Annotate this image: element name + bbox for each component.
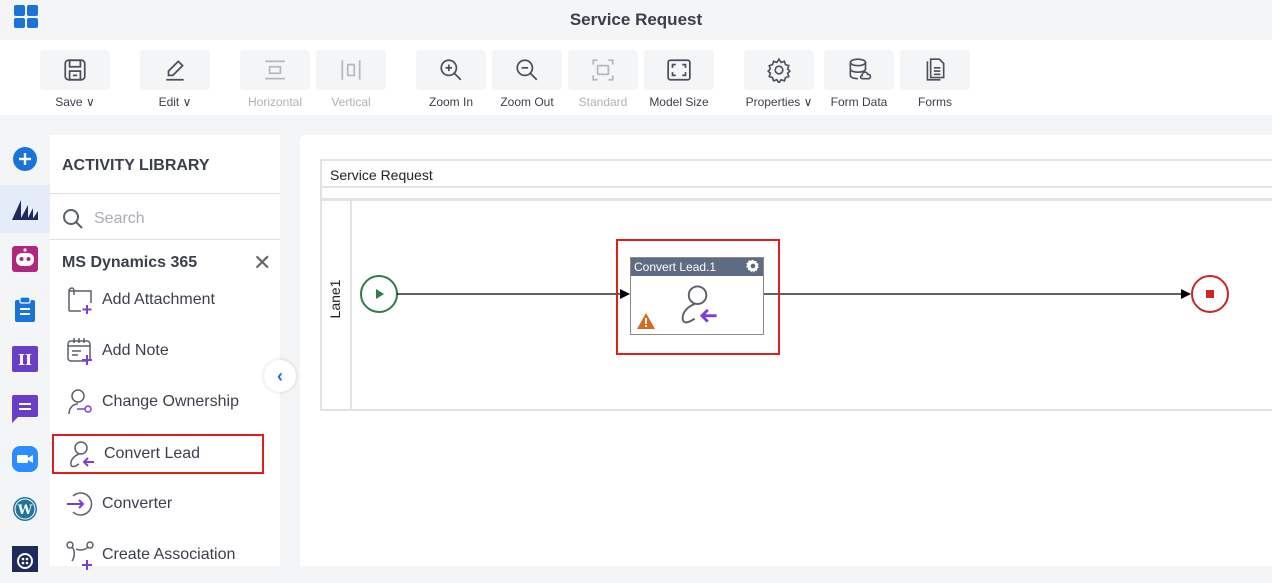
divider [50,193,280,194]
warning-icon[interactable] [637,313,655,329]
convert-lead-icon [681,285,717,324]
bot-icon [12,246,38,272]
rail-item-zoom[interactable] [0,435,50,483]
svg-text:W: W [17,503,33,518]
forms-button[interactable]: Forms [900,50,970,112]
zoom-in-icon [440,59,462,81]
form-data-label: Form Data [830,95,888,109]
vertical-button[interactable]: Vertical [316,50,386,112]
text-tool-icon: II [12,346,38,372]
toolbar: Save ∨ Edit ∨ Horizontal Vertical Zoom I… [0,40,1272,115]
end-event[interactable] [1191,275,1229,313]
standard-label: Standard [578,95,628,109]
vertical-label: Vertical [331,95,371,109]
save-label: Save [55,95,83,109]
plus-circle-icon [13,147,37,171]
library-item-change-ownership[interactable]: Change Ownership [52,382,264,422]
rail-item-text-tool[interactable]: II [0,335,50,383]
divider [50,239,280,240]
chat-icon [12,395,38,423]
add-attachment-icon [68,287,92,314]
horizontal-button[interactable]: Horizontal [240,50,310,112]
process-canvas[interactable]: Service Request Lane1 Convert Lead.1 [300,135,1272,566]
zoom-out-icon [516,59,538,81]
fit-model-icon [667,59,691,81]
forms-label: Forms [918,95,952,109]
close-icon[interactable]: ✕ [253,252,271,274]
zoom-out-label: Zoom Out [500,95,554,109]
model-size-label: Model Size [649,95,709,109]
task-header: Convert Lead.1 [631,258,763,276]
page-title: Service Request [569,10,703,29]
library-item-label: Create Association [102,546,236,563]
forms-icon [926,58,945,81]
add-note-icon [67,338,92,365]
chevron-down-icon: ∨ [182,95,192,109]
library-item-create-association[interactable]: Create Association [52,535,264,575]
chevron-left-icon: ‹ [277,365,283,386]
stop-icon [1206,290,1214,298]
library-item-label: Converter [102,495,173,512]
zoom-out-button[interactable]: Zoom Out [492,50,562,112]
gear-icon[interactable] [746,259,760,273]
convert-lead-icon [70,441,94,468]
category-title: MS Dynamics 365 [62,254,198,271]
library-item-label: Convert Lead [104,445,201,462]
properties-button[interactable]: Properties ∨ [744,50,814,112]
library-item-add-note[interactable]: Add Note [52,331,264,371]
rail-item-clipboard[interactable] [0,285,50,333]
start-event[interactable] [360,275,398,313]
zoom-in-label: Zoom In [428,95,473,109]
standard-button[interactable]: Standard [568,50,638,112]
rail-item-chat[interactable] [0,385,50,433]
search-icon [63,209,83,229]
model-size-button[interactable]: Model Size [644,50,714,112]
top-bar: Service Request [0,0,1272,40]
rail-item-wordpress[interactable]: W [0,485,50,533]
flow-diagram [360,275,1229,313]
library-title: ACTIVITY LIBRARY [62,157,210,174]
wordpress-icon: W [13,497,37,521]
rail-item-twilio[interactable] [0,535,50,583]
database-icon [849,58,872,80]
video-icon [12,446,38,472]
chevron-down-icon: ∨ [803,95,813,109]
clipboard-icon [15,296,35,322]
save-icon [64,59,86,81]
chevron-down-icon: ∨ [85,95,95,109]
properties-label: Properties [745,95,801,109]
rail-item-bot[interactable] [0,235,50,283]
library-item-label: Change Ownership [102,393,239,410]
zoom-in-button[interactable]: Zoom In [416,50,486,112]
vertical-layout-icon [341,60,361,80]
gear-icon [767,57,791,83]
dynamics-icon [12,200,38,220]
edit-button[interactable]: Edit ∨ [140,50,210,112]
search-input[interactable] [94,205,274,233]
horizontal-layout-icon [265,60,285,80]
save-button[interactable]: Save ∨ [40,50,110,112]
rail-item-add[interactable] [0,135,50,183]
library-item-add-attachment[interactable]: Add Attachment [52,280,264,320]
library-item-convert-lead[interactable]: Convert Lead [52,434,264,474]
library-item-label: Add Attachment [102,291,215,308]
library-item-converter[interactable]: Converter [52,484,264,524]
edit-label: Edit [158,95,180,109]
task-label: Convert Lead.1 [634,260,717,274]
form-data-button[interactable]: Form Data [824,50,894,112]
standard-size-icon [592,59,614,81]
change-ownership-icon [68,389,92,415]
task-convert-lead[interactable]: Convert Lead.1 [630,257,764,335]
twilio-icon [12,546,38,572]
converter-icon [67,492,93,516]
activity-library: ACTIVITY LIBRARY MS Dynamics 365 ✕ Add A… [50,135,280,570]
rail-item-ms-dynamics[interactable] [0,185,50,233]
app-rail: II W [0,135,50,572]
task-selection-highlight: Convert Lead.1 [616,239,780,355]
pencil-icon [166,60,184,81]
library-item-label: Add Note [102,342,169,359]
svg-text:II: II [18,351,32,369]
collapse-library-button[interactable]: ‹ [264,360,296,392]
horizontal-label: Horizontal [247,95,303,109]
